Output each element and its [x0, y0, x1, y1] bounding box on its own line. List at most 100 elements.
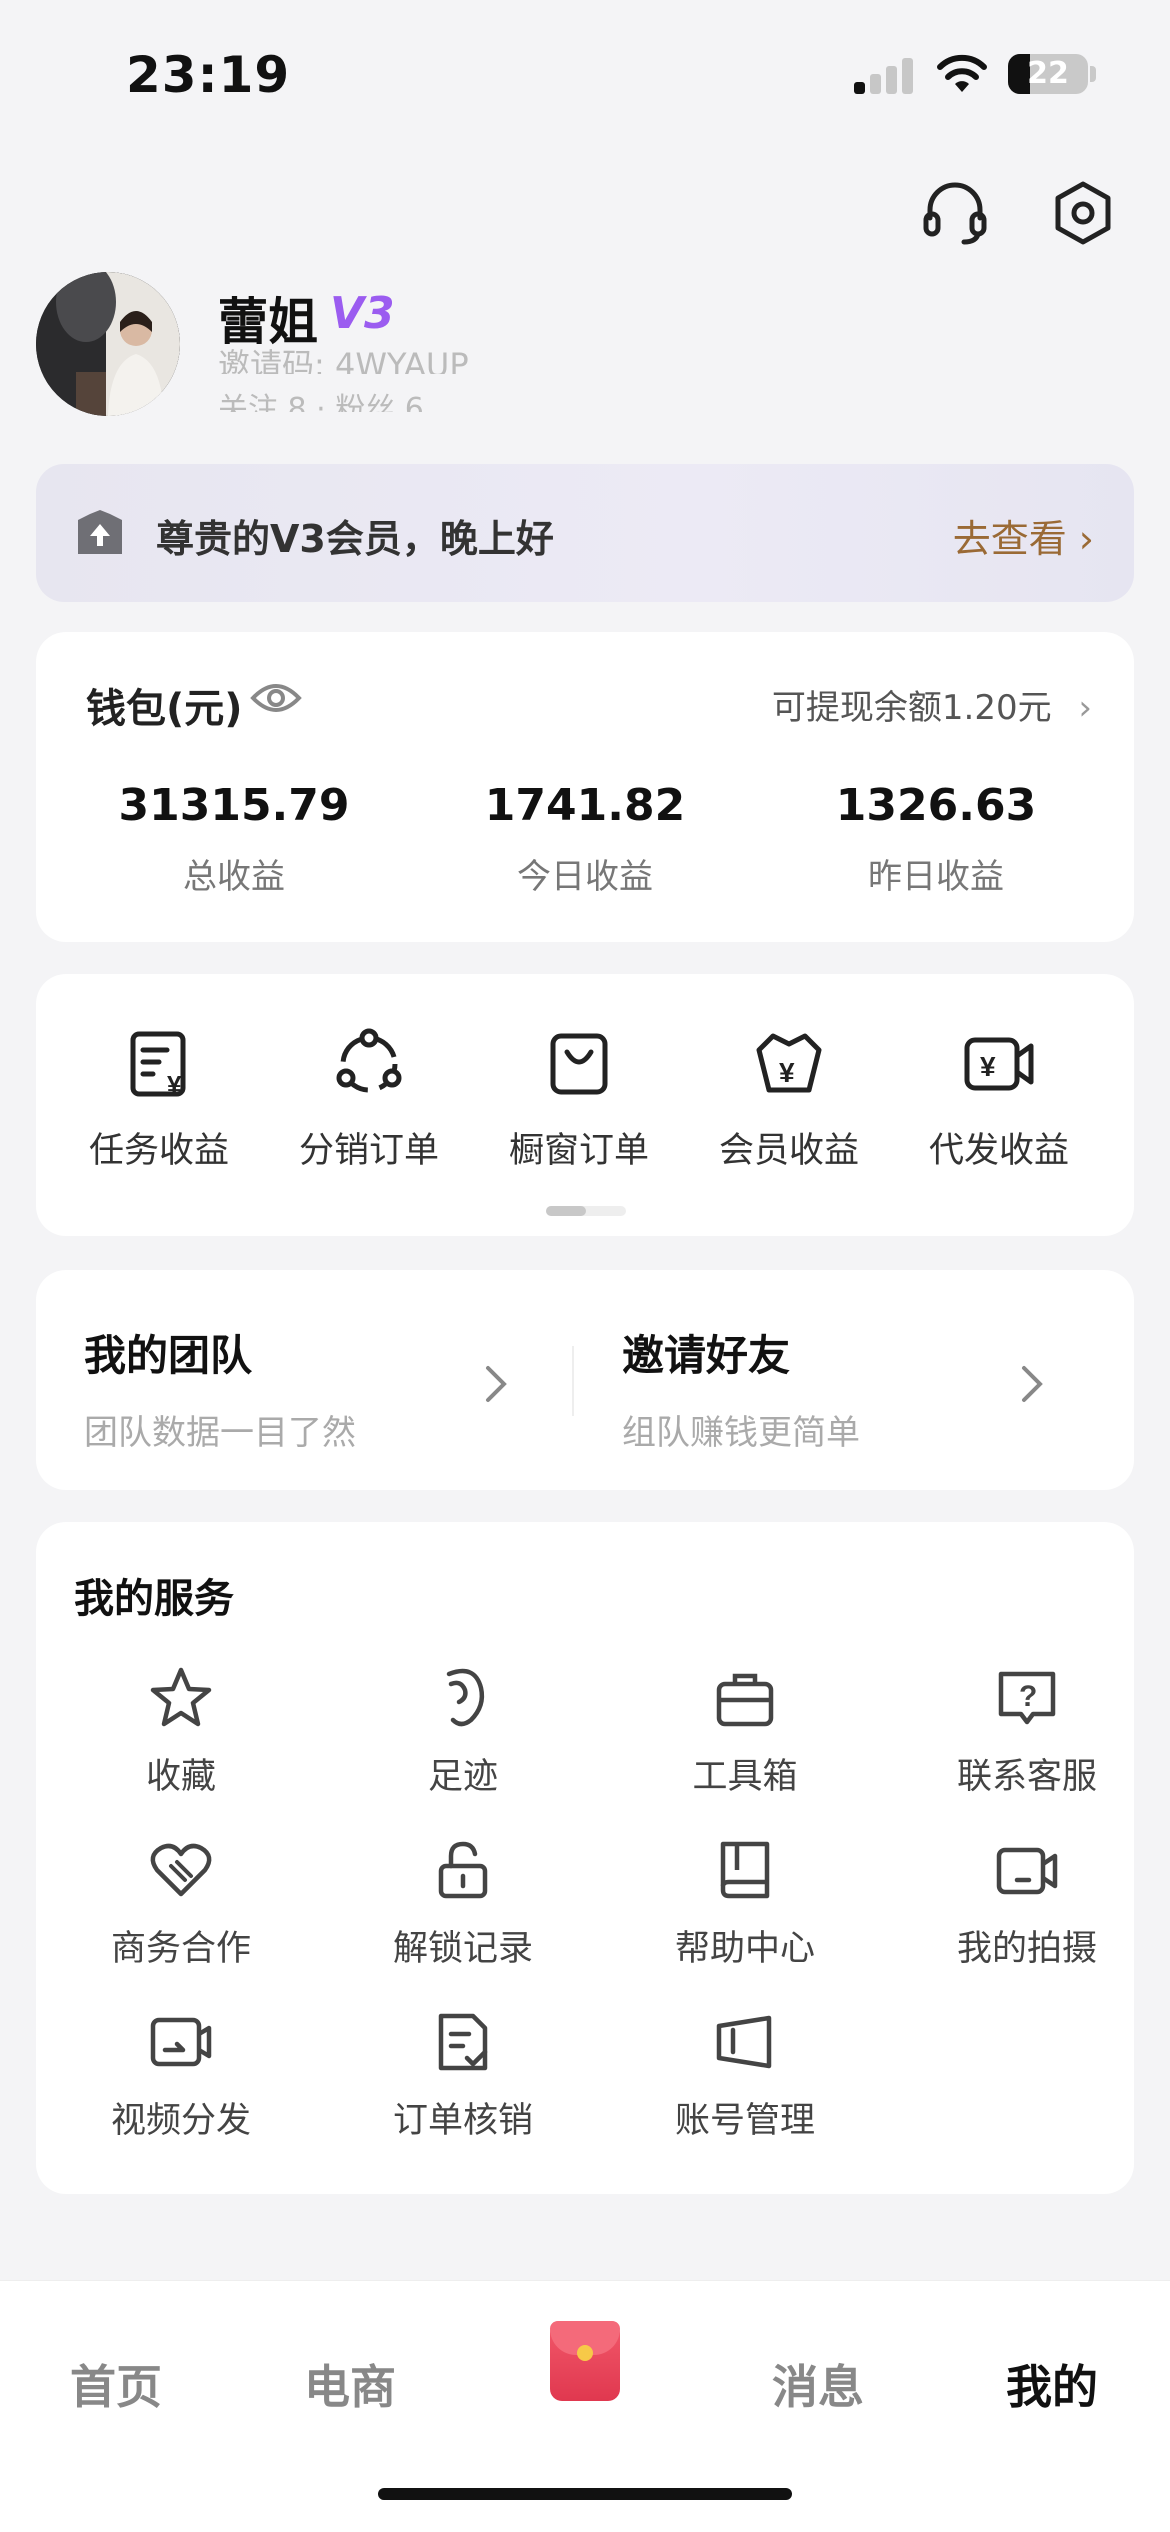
service-video-distribution[interactable]: 视频分发	[46, 2006, 316, 2143]
nav-home[interactable]: 首页	[36, 2351, 196, 2417]
headset-icon[interactable]	[918, 176, 992, 250]
service-order-verify[interactable]: 订单核销	[328, 2006, 598, 2143]
svg-text:?: ?	[1019, 1680, 1037, 1713]
service-account-management[interactable]: 账号管理	[610, 2006, 880, 2143]
banner-greeting: 尊贵的V3会员，晚上好	[156, 517, 554, 561]
service-label: 我的拍摄	[956, 1929, 1097, 1969]
settings-icon[interactable]	[1046, 176, 1120, 250]
service-label: 账号管理	[674, 2101, 815, 2141]
income-item-dropship[interactable]: ¥ 代发收益	[894, 1024, 1104, 1173]
battery-level: 22	[1027, 56, 1069, 91]
red-packet-icon[interactable]	[550, 2321, 620, 2401]
stat-label: 总收益	[183, 857, 285, 897]
services-card: 我的服务 收藏 足迹 工具箱 ? 联系客服 商务合作 解锁记录 帮助中心 我的拍…	[36, 1522, 1134, 2194]
service-footprint[interactable]: 足迹	[328, 1662, 598, 1799]
follow-fans[interactable]: 关注 8 · 粉丝 6	[218, 384, 424, 412]
camera-icon	[996, 1847, 1058, 1895]
stat-today[interactable]: 1741.82 今日收益	[415, 780, 755, 898]
member-banner[interactable]: 尊贵的V3会员，晚上好 去查看 ›	[36, 464, 1134, 602]
avatar[interactable]	[36, 272, 180, 416]
profile-page: 23:19 22 蕾姐 V3 邀请码: 4WYAUP 关注 8 · 粉丝 6 尊…	[0, 0, 1170, 2532]
stat-label: 昨日收益	[868, 857, 1004, 897]
service-label: 联系客服	[956, 1757, 1097, 1797]
divider	[572, 1346, 574, 1416]
shopping-bag-icon	[550, 1033, 608, 1095]
stat-label: 今日收益	[517, 857, 653, 897]
service-business[interactable]: 商务合作	[46, 1834, 316, 1971]
service-favorites[interactable]: 收藏	[46, 1662, 316, 1799]
chevron-right-icon: ›	[1078, 688, 1092, 728]
invite-subtitle: 组队赚钱更简单	[622, 1413, 860, 1453]
book-icon	[720, 1841, 770, 1899]
service-contact-support[interactable]: ? 联系客服	[892, 1662, 1162, 1799]
income-item-distribution[interactable]: 分销订单	[264, 1024, 474, 1173]
withdrawable-balance[interactable]: 可提现余额1.20元 ›	[772, 680, 1092, 729]
service-toolbox[interactable]: 工具箱	[610, 1662, 880, 1799]
income-item-task[interactable]: ¥ 任务收益	[54, 1024, 264, 1173]
footprint-icon	[446, 1668, 485, 1727]
video-income-icon: ¥	[964, 1037, 1034, 1091]
service-my-shoots[interactable]: 我的拍摄	[892, 1834, 1162, 1971]
banner-view-link[interactable]: 去查看 ›	[953, 508, 1094, 563]
chevron-right-icon	[1022, 1366, 1043, 1402]
service-label: 订单核销	[392, 2101, 533, 2141]
signal-icon	[854, 58, 914, 94]
service-unlock-records[interactable]: 解锁记录	[328, 1834, 598, 1971]
status-time: 23:19	[126, 46, 291, 104]
vip-level-badge: V3	[330, 288, 395, 339]
income-label: 任务收益	[88, 1131, 229, 1171]
svg-text:¥: ¥	[779, 1057, 795, 1088]
withdrawable-balance-text: 可提现余额1.20元	[771, 688, 1052, 728]
handshake-heart-icon	[150, 1843, 212, 1897]
service-help-center[interactable]: 帮助中心	[610, 1834, 880, 1971]
svg-text:¥: ¥	[167, 1070, 182, 1100]
service-label: 工具箱	[692, 1757, 798, 1797]
stat-value: 1326.63	[835, 780, 1037, 831]
help-chat-icon: ?	[998, 1671, 1056, 1725]
nav-mine[interactable]: 我的	[972, 2351, 1132, 2417]
distribution-icon	[336, 1028, 402, 1093]
battery-icon: 22	[1008, 54, 1088, 94]
crown-up-icon	[78, 510, 122, 554]
my-team-entry[interactable]: 我的团队 团队数据一目了然	[84, 1322, 356, 1454]
team-card: 我的团队 团队数据一目了然 邀请好友 组队赚钱更简单	[36, 1270, 1134, 1490]
services-title: 我的服务	[74, 1576, 234, 1622]
income-label: 代发收益	[928, 1131, 1069, 1171]
account-card-icon	[716, 2015, 772, 2069]
income-item-member[interactable]: ¥ 会员收益	[684, 1024, 894, 1173]
income-item-showcase[interactable]: 橱窗订单	[474, 1024, 684, 1173]
toolbox-icon	[716, 1673, 774, 1727]
service-label: 足迹	[427, 1757, 498, 1797]
star-icon	[150, 1667, 212, 1727]
income-label: 分销订单	[298, 1131, 439, 1171]
order-check-icon	[438, 2013, 488, 2071]
income-shortcuts-card: ¥ 任务收益 分销订单 橱窗订单 ¥ 会员收益 ¥ 代发收益	[36, 974, 1134, 1236]
wallet-card: 钱包(元) 可提现余额1.20元 › 31315.79 总收益 1741.82 …	[36, 632, 1134, 942]
video-share-icon	[150, 2017, 212, 2067]
wallet-title: 钱包(元)	[86, 686, 243, 732]
stat-total[interactable]: 31315.79 总收益	[64, 780, 404, 898]
invite-code[interactable]: 邀请码: 4WYAUP	[218, 340, 469, 374]
service-label: 解锁记录	[392, 1929, 533, 1969]
income-label: 会员收益	[718, 1131, 859, 1171]
service-label: 帮助中心	[674, 1929, 815, 1969]
stat-yesterday[interactable]: 1326.63 昨日收益	[766, 780, 1106, 898]
eye-icon[interactable]	[250, 678, 302, 718]
stat-value: 31315.79	[118, 780, 350, 831]
member-income-icon: ¥	[756, 1033, 822, 1093]
service-label: 视频分发	[110, 2101, 251, 2141]
task-income-icon: ¥	[130, 1031, 186, 1100]
carousel-indicator	[546, 1206, 626, 1216]
stat-value: 1741.82	[484, 780, 686, 831]
status-bar: 23:19 22	[0, 0, 1170, 150]
nav-ecommerce[interactable]: 电商	[270, 2351, 430, 2417]
home-indicator	[378, 2488, 792, 2500]
income-label: 橱窗订单	[508, 1131, 649, 1171]
wifi-icon	[937, 54, 987, 92]
invite-friends-entry[interactable]: 邀请好友 组队赚钱更简单	[622, 1322, 860, 1454]
chevron-right-icon	[486, 1366, 507, 1402]
nav-messages[interactable]: 消息	[738, 2351, 898, 2417]
service-label: 商务合作	[110, 1929, 251, 1969]
unlock-icon	[438, 1841, 488, 1899]
my-team-title: 我的团队	[84, 1331, 253, 1380]
